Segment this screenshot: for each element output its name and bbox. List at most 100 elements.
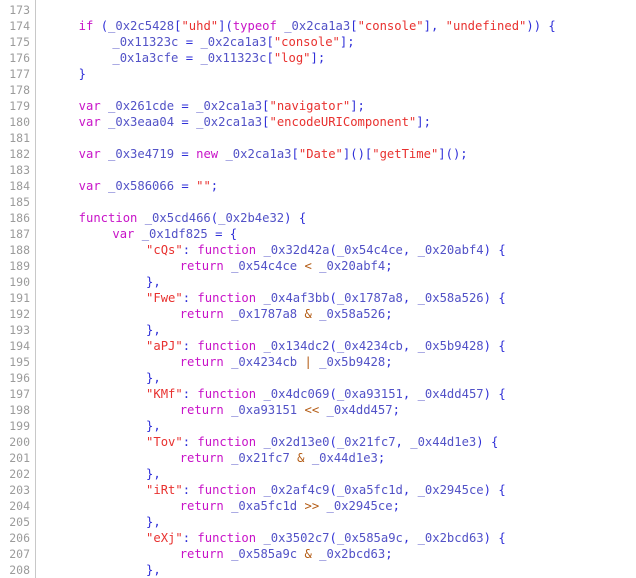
code-token-pun: ) [476,435,484,449]
code-token-pun: : [182,531,191,545]
code-token-str: "Date" [298,147,343,161]
line-number: 196 [9,371,30,385]
code-token-str: "Tov" [146,435,183,449]
code-token-pun: ; [210,179,219,193]
code-line[interactable]: "iRt": function _0x2af4c9(_0xa5fc1d, _0x… [146,482,506,498]
code-token-pun: { [498,291,506,305]
code-token-pun: : [182,243,191,257]
code-line[interactable]: }, [146,466,161,482]
code-token-id: _0xa5fc1d [231,499,298,513]
code-line[interactable]: }, [146,514,161,530]
code-line[interactable]: "Fwe": function _0x4af3bb(_0x1787a8, _0x… [146,290,506,306]
code-token-pun: ( [329,243,337,257]
code-line[interactable]: var _0x1df825 = { [112,226,237,242]
code-token-pun: ( [329,339,337,353]
code-token-id: _0x2ca1a3 [196,115,263,129]
code-line[interactable]: var _0x3eaa04 = _0x2ca1a3["encodeURIComp… [79,114,431,130]
line-number: 183 [9,163,30,177]
line-number: 187 [9,227,30,241]
code-token-pun: , [402,339,418,353]
code-line[interactable]: return _0x54c4ce < _0x20abf4; [180,258,393,274]
code-line[interactable]: }, [146,274,161,290]
line-number: 178 [9,83,30,97]
code-token-pun: ( [100,19,109,33]
code-line[interactable]: if (_0x2c5428["uhd"](typeof _0x2ca1a3["c… [79,18,556,34]
code-token-pun: { [498,387,506,401]
code-token-id: _0xa93151 [336,387,403,401]
code-line[interactable]: return _0xa5fc1d >> _0x2945ce; [180,498,400,514]
code-token-pun: ( [329,483,337,497]
code-line[interactable]: return _0xa93151 << _0x4dd457; [180,402,400,418]
code-line[interactable]: "eXj": function _0x3502c7(_0x585a9c, _0x… [146,530,506,546]
code-token-pun: ]; [310,51,326,65]
code-token-id: _0x21fc7 [336,435,396,449]
line-number: 184 [9,179,30,193]
code-token-kw: return [179,355,224,369]
line-number: 176 [9,51,30,65]
code-token-id: _0x11323c [200,51,267,65]
code-line[interactable]: }, [146,370,161,386]
line-number: 179 [9,99,30,113]
code-token-pun: , [402,291,418,305]
code-line[interactable]: "KMf": function _0x4dc069(_0xa93151, _0x… [146,386,506,402]
code-token-id: _0x1a3cfe [112,51,179,65]
code-line[interactable]: }, [146,562,161,578]
code-editor[interactable]: 173 174 175 176 177 178 179 180 181 182 183 184 185 1… [0,0,636,578]
code-token-pun: }, [146,275,161,289]
code-token-pun: , [402,483,418,497]
line-number: 206 [9,531,30,545]
code-line[interactable]: return _0x1787a8 & _0x58a526; [180,306,393,322]
code-content-area[interactable]: if (_0x2c5428["uhd"](typeof _0x2ca1a3["c… [37,0,636,578]
code-token-kw: function [197,483,257,497]
code-line[interactable]: function _0x5cd466(_0x2b4e32) { [79,210,307,226]
code-token-id: _0x44d1e3 [311,451,378,465]
code-line[interactable]: var _0x3e4719 = new _0x2ca1a3["Date"]()[… [79,146,468,162]
code-token-pun: { [498,243,506,257]
code-token-id: _0x586066 [108,179,175,193]
code-token-str: "undefined" [445,19,527,33]
line-number: 192 [9,307,30,321]
code-line[interactable]: var _0x261cde = _0x2ca1a3["navigator"]; [79,98,365,114]
code-token-op: & [304,307,312,321]
code-token-id: _0x2945ce [326,499,393,513]
code-line[interactable]: return _0x4234cb | _0x5b9428; [180,354,393,370]
code-token-str: "" [196,179,211,193]
code-token-pun: = [185,51,194,65]
code-line[interactable]: var _0x586066 = ""; [79,178,218,194]
code-line[interactable]: "cQs": function _0x32d42a(_0x54c4ce, _0x… [146,242,506,258]
code-token-kw: function [197,435,257,449]
code-token-id: _0x2ca1a3 [225,147,292,161]
code-token-pun: ) [284,211,292,225]
code-token-id: _0x5b9428 [319,355,386,369]
line-number: 197 [9,387,30,401]
code-token-str: "encodeURIComponent" [269,115,417,129]
line-number: 190 [9,275,30,289]
code-line[interactable]: return _0x21fc7 & _0x44d1e3; [180,450,386,466]
code-token-op: & [304,547,312,561]
code-line[interactable]: return _0x585a9c & _0x2bcd63; [180,546,393,562]
code-line[interactable]: }, [146,418,161,434]
code-token-id: _0xa5fc1d [336,483,403,497]
line-number: 191 [9,291,30,305]
code-line[interactable]: }, [146,322,161,338]
code-token-kw: return [179,499,224,513]
code-token-pun: }, [146,563,161,577]
code-line[interactable]: } [79,66,86,82]
code-line[interactable]: _0x1a3cfe = _0x11323c["log"]; [112,50,325,66]
code-line[interactable]: "aPJ": function _0x134dc2(_0x4234cb, _0x… [146,338,506,354]
code-token-id: _0x3e4719 [108,147,175,161]
code-token-pun: , [402,531,418,545]
code-line[interactable]: _0x11323c = _0x2ca1a3["console"]; [112,34,354,50]
code-token-pun: { [498,483,506,497]
code-line[interactable]: "Tov": function _0x2d13e0(_0x21fc7, _0x4… [146,434,498,450]
